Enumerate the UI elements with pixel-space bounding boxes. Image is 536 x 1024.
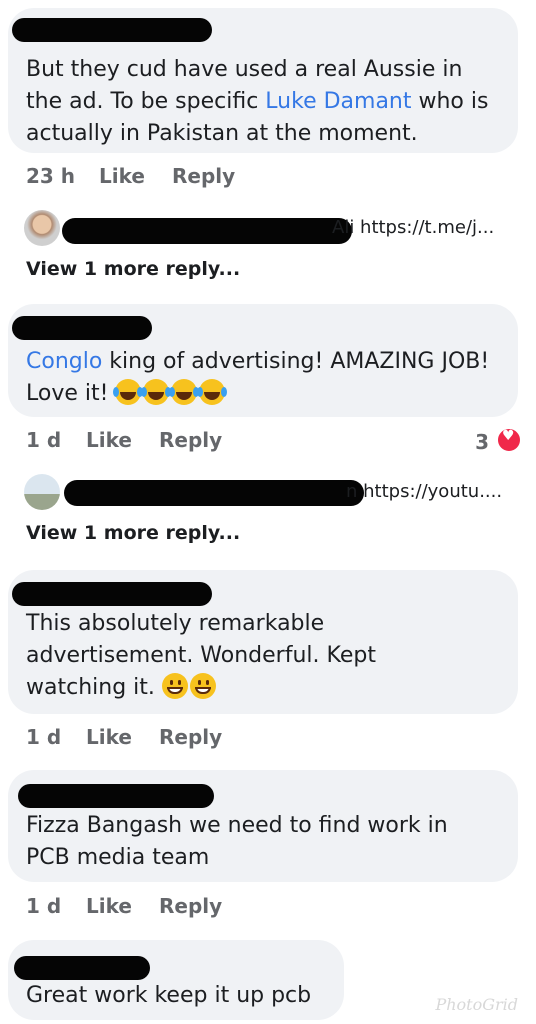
view-more-replies[interactable]: View 1 more reply... [26,522,240,544]
mention-link[interactable]: Conglo [26,349,102,374]
timestamp: 23 h [26,164,76,188]
redacted-author-name [12,582,212,606]
avatar [24,210,60,246]
comment-text: Great work keep it up pcb [26,983,312,1008]
like-button[interactable]: Like [86,725,132,749]
comment-text: This absolutely remarkable advertisement… [26,611,376,700]
reply-button[interactable]: Reply [159,725,222,749]
comment-actions: 1 d Like Reply [26,894,326,922]
reaction-count: 3 [475,430,490,454]
reply-button[interactable]: Reply [172,164,235,188]
reply-preview[interactable]: Ali https://t.me/j... [24,208,524,248]
avatar [24,474,60,510]
redacted-author-name [18,784,214,808]
timestamp: 1 d [26,894,62,918]
timestamp: 1 d [26,725,62,749]
laughing-crying-icon [141,379,170,405]
reply-preview[interactable]: n https://youtu.... [24,472,524,512]
redacted-author-name [12,18,212,42]
redacted-author-name [64,480,364,506]
like-button[interactable]: Like [86,894,132,918]
comment-text: But they cud have used a real Aussie in … [26,57,489,146]
comment-actions: 1 d Like Reply [26,428,326,456]
redacted-author-name [12,316,152,340]
like-button[interactable]: Like [99,164,145,188]
watermark: PhotoGrid [435,995,518,1014]
redacted-author-name [62,218,352,244]
mention-link[interactable]: Luke Damant [265,89,411,114]
reply-preview-text: Ali https://t.me/j... [332,217,495,238]
comment-bubble: Conglo king of advertising! AMAZING JOB!… [8,304,518,417]
comment-text: Fizza Bangash we need to find work in PC… [26,813,448,870]
timestamp: 1 d [26,428,62,452]
reply-button[interactable]: Reply [159,428,222,452]
grinning-face-icon [161,673,188,699]
view-more-replies[interactable]: View 1 more reply... [26,258,240,280]
comment-actions: 1 d Like Reply [26,725,326,753]
comment-text: Conglo king of advertising! AMAZING JOB!… [26,349,490,406]
heart-icon [496,427,522,453]
comment-bubble: Fizza Bangash we need to find work in PC… [8,770,518,882]
comment-bubble: Great work keep it up pcb [8,940,344,1020]
like-button[interactable]: Like [86,428,132,452]
reaction-summary[interactable]: 3 [475,427,522,454]
laughing-crying-icon [169,379,198,405]
laughing-crying-icon [113,379,142,405]
reply-button[interactable]: Reply [159,894,222,918]
grinning-face-icon [189,673,216,699]
comment-bubble: This absolutely remarkable advertisement… [8,570,518,714]
reply-preview-text: n https://youtu.... [346,481,503,502]
comment-bubble: But they cud have used a real Aussie in … [8,8,518,153]
comment-actions: 23 h Like Reply [26,164,326,192]
laughing-crying-icon [197,379,226,405]
redacted-author-name [14,956,150,980]
